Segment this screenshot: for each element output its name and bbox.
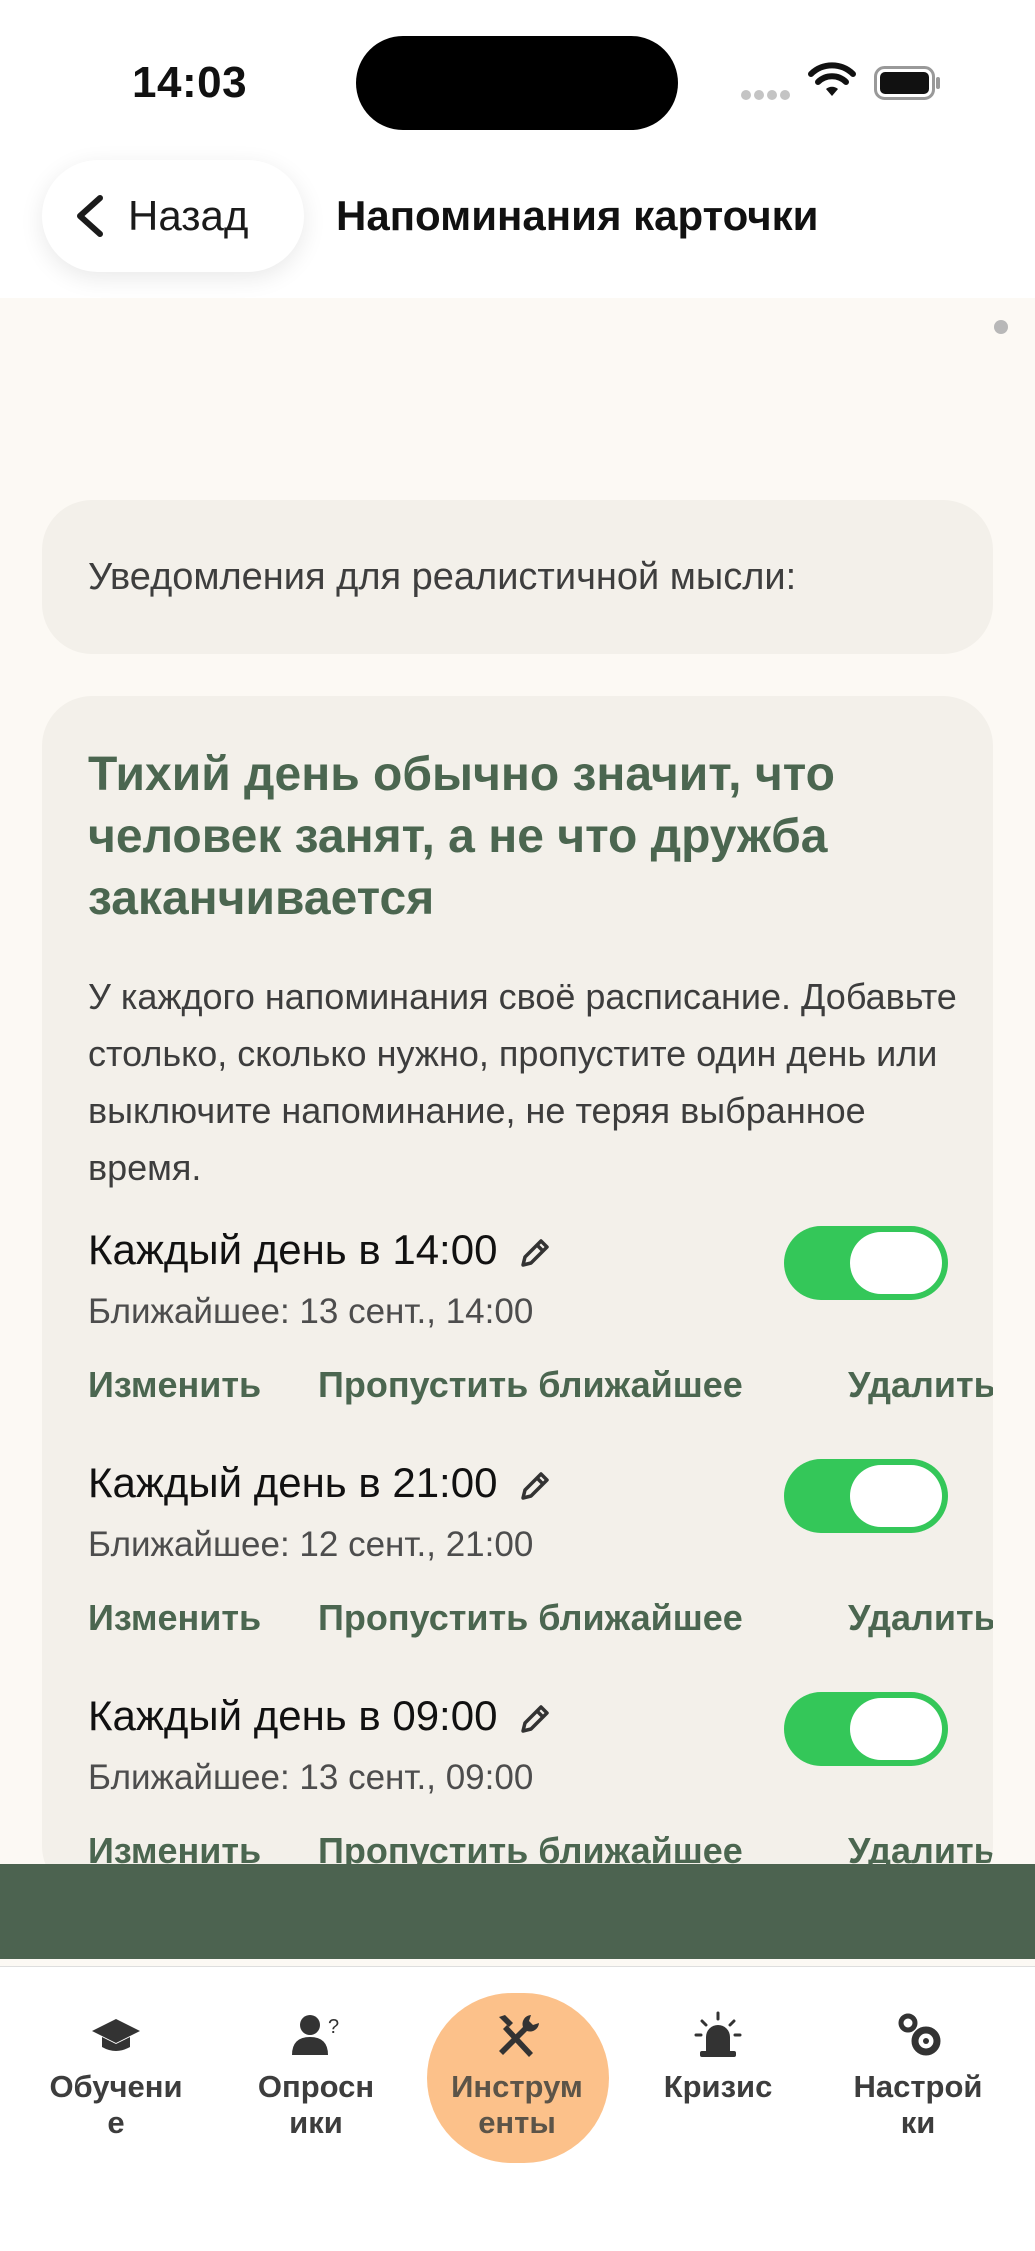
notification-section-label: Уведомления для реалистичной мысли: bbox=[88, 556, 797, 598]
tab-label: Настрой ки bbox=[853, 2069, 983, 2140]
reminder-toggle[interactable] bbox=[784, 1459, 948, 1533]
status-time: 14:03 bbox=[132, 58, 248, 107]
reminder-next: Ближайшее: 13 сент., 09:00 bbox=[88, 1758, 534, 1797]
pencil-icon[interactable] bbox=[517, 1235, 553, 1271]
tab-label: Кризис bbox=[663, 2069, 773, 2104]
reminder-toggle[interactable] bbox=[784, 1226, 948, 1300]
reminder-title-row[interactable]: Каждый день в 14:00 bbox=[88, 1226, 553, 1274]
reminder-next: Ближайшее: 13 сент., 14:00 bbox=[88, 1292, 534, 1331]
page-title: Напоминания карточки bbox=[336, 192, 819, 239]
reminder-next: Ближайшее: 12 сент., 21:00 bbox=[88, 1525, 534, 1564]
battery-icon bbox=[874, 66, 940, 100]
notification-section-header: Уведомления для реалистичной мысли: bbox=[42, 500, 993, 654]
chevron-left-icon bbox=[77, 195, 103, 237]
card-description: У каждого напоминания своё расписание. Д… bbox=[88, 976, 957, 1188]
edit-button[interactable]: Изменить bbox=[88, 1597, 261, 1639]
gears-icon bbox=[898, 2013, 941, 2056]
tools-icon bbox=[499, 2015, 539, 2057]
tab-label: Инструм енты bbox=[451, 2069, 583, 2140]
reminder-title-row[interactable]: Каждый день в 21:00 bbox=[88, 1459, 553, 1507]
scroll-indicator bbox=[994, 320, 1008, 334]
toggle-knob bbox=[850, 1465, 942, 1527]
person-question-icon: ? bbox=[292, 2015, 339, 2055]
reminder-toggle[interactable] bbox=[784, 1692, 948, 1766]
reminder-card: Тихий день обычно значит, что человек за… bbox=[42, 696, 993, 1896]
back-label: Назад bbox=[128, 192, 249, 239]
reminder-title: Каждый день в 09:00 bbox=[88, 1692, 498, 1739]
siren-icon bbox=[694, 2011, 742, 2057]
tab-label: Обучени е bbox=[49, 2069, 183, 2140]
skip-next-button[interactable]: Пропустить ближайшее bbox=[318, 1597, 743, 1639]
tab-tools[interactable]: Инструм енты bbox=[437, 2011, 597, 2141]
pencil-icon[interactable] bbox=[517, 1701, 553, 1737]
skip-next-button[interactable]: Пропустить ближайшее bbox=[318, 1364, 743, 1406]
reminder-title: Каждый день в 21:00 bbox=[88, 1459, 498, 1506]
toggle-knob bbox=[850, 1232, 942, 1294]
reminder-item: Каждый день в 14:00 Ближайшее: 13 сент.,… bbox=[88, 1226, 993, 1458]
tab-questionnaires[interactable]: ? Опросн ики bbox=[236, 2011, 396, 2141]
nav-header: Назад Напоминания карточки bbox=[0, 130, 1035, 298]
delete-button[interactable]: Удалить bbox=[848, 1364, 993, 1406]
dynamic-island bbox=[356, 36, 678, 130]
pencil-icon[interactable] bbox=[517, 1468, 553, 1504]
back-button[interactable]: Назад bbox=[42, 160, 304, 272]
delete-button[interactable]: Удалить bbox=[848, 1597, 993, 1639]
bottom-action-bar[interactable] bbox=[0, 1864, 1035, 1959]
toggle-knob bbox=[850, 1698, 942, 1760]
card-title: Тихий день обычно значит, что человек за… bbox=[88, 748, 835, 925]
tab-label: Опросн ики bbox=[257, 2069, 375, 2140]
tab-learning[interactable]: Обучени е bbox=[36, 2011, 196, 2141]
tab-crisis[interactable]: Кризис bbox=[638, 2011, 798, 2105]
reminder-title: Каждый день в 14:00 bbox=[88, 1226, 498, 1273]
tab-settings[interactable]: Настрой ки bbox=[838, 2011, 998, 2141]
svg-text:?: ? bbox=[328, 2016, 339, 2038]
wifi-icon bbox=[808, 62, 856, 96]
reminder-title-row[interactable]: Каждый день в 09:00 bbox=[88, 1692, 553, 1740]
tab-bar: Обучени е ? Опросн ики Инструм енты Криз… bbox=[0, 1966, 1035, 2251]
graduation-cap-icon bbox=[92, 2019, 140, 2051]
reminder-item: Каждый день в 21:00 Ближайшее: 12 сент.,… bbox=[88, 1459, 993, 1691]
cellular-signal-icon bbox=[741, 87, 793, 105]
edit-button[interactable]: Изменить bbox=[88, 1364, 261, 1406]
